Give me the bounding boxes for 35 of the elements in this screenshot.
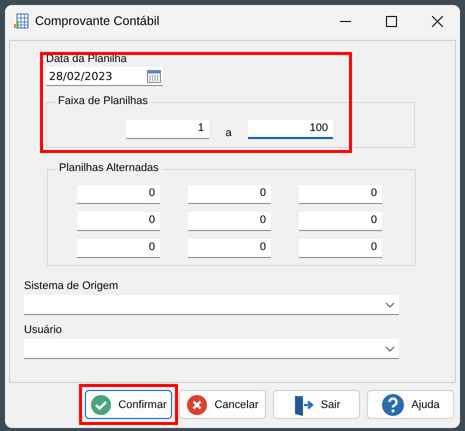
- input-field[interactable]: 0: [77, 239, 160, 258]
- input-field[interactable]: 0: [77, 212, 160, 231]
- input-field[interactable]: 0: [188, 239, 271, 258]
- spreadsheet-icon: [13, 13, 29, 29]
- confirm-button[interactable]: Confirmar: [85, 390, 172, 419]
- field-label: Sistema de Origem: [24, 280, 120, 292]
- checkmark-icon: [90, 394, 112, 416]
- input-field[interactable]: 100: [248, 120, 333, 138]
- field-label: Usuário: [24, 324, 63, 336]
- exit-button[interactable]: Sair: [273, 390, 360, 419]
- chevron-down-icon: [385, 302, 395, 308]
- help-icon: [381, 392, 406, 416]
- dropdown[interactable]: [24, 295, 399, 315]
- dropdown[interactable]: [24, 339, 399, 359]
- input-field[interactable]: 1: [126, 120, 209, 138]
- minimize-icon: [340, 20, 350, 22]
- separator-label: a: [224, 126, 233, 139]
- maximize-icon: [386, 16, 396, 26]
- date-field[interactable]: 28/02/2023: [46, 67, 163, 86]
- input-field[interactable]: 0: [299, 185, 382, 204]
- input-field[interactable]: 0: [299, 212, 382, 231]
- door-exit-icon: [292, 394, 315, 416]
- group-title: Planilhas Alternadas: [56, 162, 162, 174]
- chevron-down-icon: [385, 346, 395, 352]
- window-title: Comprovante Contábil: [35, 14, 160, 28]
- help-button[interactable]: Ajuda: [367, 390, 454, 419]
- input-field[interactable]: 0: [77, 185, 160, 204]
- input-field[interactable]: 0: [299, 239, 382, 258]
- input-field[interactable]: 0: [188, 185, 271, 204]
- input-field[interactable]: 0: [188, 212, 271, 231]
- cancel-button[interactable]: Cancelar: [179, 390, 266, 419]
- close-icon: [186, 394, 208, 416]
- group-title: Faixa de Planilhas: [55, 95, 151, 107]
- calendar-icon[interactable]: [147, 69, 161, 83]
- close-icon: [432, 16, 442, 26]
